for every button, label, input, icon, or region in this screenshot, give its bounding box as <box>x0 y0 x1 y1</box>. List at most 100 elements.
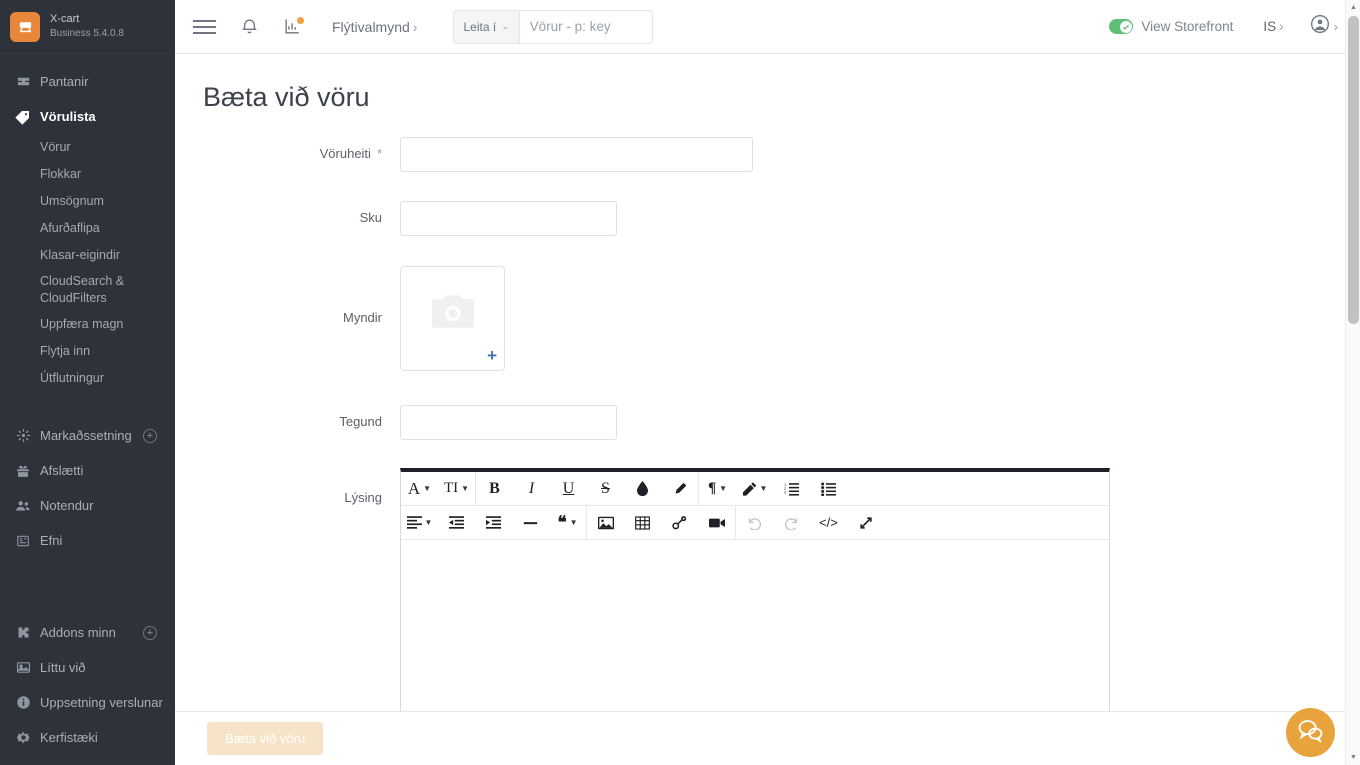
insert-video-icon[interactable] <box>698 506 735 539</box>
sidebar-subitem-afurdaflipa[interactable]: Afurðaflipa <box>0 215 175 242</box>
sidebar-subitem-cloudsearch-cloudfilters[interactable]: CloudSearch & CloudFilters <box>0 269 175 311</box>
product-name-input[interactable] <box>400 137 753 172</box>
top-header: Flýtivalmynd› Leita í⌄ View Storefront I… <box>175 0 1360 54</box>
search-scope-dropdown[interactable]: Leita í ⌄ <box>454 10 520 43</box>
notification-bell-icon[interactable] <box>240 17 259 36</box>
main-content: Bæta við vöru Vöruheiti * Sku Myndir + T… <box>175 54 1345 711</box>
account-menu[interactable]: › <box>1310 14 1338 39</box>
align-icon[interactable]: ▼ <box>401 506 438 539</box>
required-marker: * <box>376 146 382 161</box>
field-label: Tegund <box>175 405 400 429</box>
breadcrumb-quickmenu[interactable]: Flýtivalmynd › <box>332 19 417 35</box>
sidebar-item-label: Líttu við <box>40 660 86 675</box>
underline-glyph: U <box>562 479 575 497</box>
form-footer: Bæta við vöru <box>175 711 1360 765</box>
code-view-icon[interactable]: </> <box>810 506 847 539</box>
camera-icon <box>430 292 476 337</box>
italic-glyph: I <box>528 479 535 497</box>
strikethrough-icon[interactable]: S <box>587 472 624 505</box>
sidebar-item-addons-minn[interactable]: Addons minn + <box>0 615 175 650</box>
sidebar-item-littu-vid[interactable]: Líttu við <box>0 650 175 685</box>
sidebar-item-kerfistaeki[interactable]: Kerfistæki <box>0 720 175 755</box>
bold-icon[interactable]: B <box>476 472 513 505</box>
rich-text-editor: A ▼ TI ▼ B I U S ¶ ▼ ▼ 1 2 3 ▼ ❝ ▼ </> <box>400 468 1110 711</box>
editor-toolbar-row-1: A ▼ TI ▼ B I U S ¶ ▼ ▼ 1 2 3 <box>401 472 1109 506</box>
paragraph-format-icon[interactable]: ¶ ▼ <box>699 472 736 505</box>
sidebar-item-efni[interactable]: Efni <box>0 523 175 558</box>
plus-icon[interactable]: + <box>487 346 497 366</box>
sidebar-item-uppsetning-verslunar[interactable]: Uppsetning verslunar <box>0 685 175 720</box>
sidebar-subitem-utflutningur[interactable]: Útflutningur <box>0 365 175 392</box>
outdent-icon[interactable] <box>438 506 475 539</box>
sidebar-item-label: Vörulista <box>40 109 96 124</box>
fullscreen-icon[interactable] <box>847 506 884 539</box>
image-upload-box[interactable]: + <box>400 266 505 371</box>
chevron-right-icon: › <box>1333 19 1338 34</box>
sidebar-subitem-klasar-eigindir[interactable]: Klasar-eigindir <box>0 242 175 269</box>
search-input[interactable] <box>519 10 653 43</box>
sidebar-subitem-flokkar[interactable]: Flokkar <box>0 161 175 188</box>
sku-input[interactable] <box>400 201 617 236</box>
add-product-submit-button[interactable]: Bæta við vöru <box>207 722 324 755</box>
sidebar-item-label: Kerfistæki <box>40 730 98 745</box>
sidebar: X-cart Business 5.4.0.8 Pantanir Vörulis… <box>0 0 175 765</box>
horizontal-rule-icon[interactable] <box>512 506 549 539</box>
underline-icon[interactable]: U <box>550 472 587 505</box>
brand-header[interactable]: X-cart Business 5.4.0.8 <box>0 0 175 54</box>
quote-icon[interactable]: ❝ ▼ <box>549 506 586 539</box>
sidebar-item-notendur[interactable]: Notendur <box>0 488 175 523</box>
search-box: Leita í ⌄ <box>453 9 654 44</box>
sidebar-item-vorulista[interactable]: Vörulista <box>0 99 175 134</box>
toolbar-group-block: ▼ ❝ ▼ <box>401 506 587 539</box>
unordered-list-icon[interactable] <box>810 472 847 505</box>
tag-icon <box>12 109 34 125</box>
redo-icon[interactable] <box>773 506 810 539</box>
indent-icon[interactable] <box>475 506 512 539</box>
sidebar-subitem-uppfaera-magn[interactable]: Uppfæra magn <box>0 311 175 338</box>
toolbar-group-inline-format: B I U S <box>476 472 699 505</box>
sidebar-subitem-vorur[interactable]: Vörur <box>0 134 175 161</box>
form-row-vorunheiti: Vöruheiti * <box>175 137 1345 172</box>
chat-widget-button[interactable] <box>1286 708 1335 757</box>
brand-version: Business 5.4.0.8 <box>50 28 124 40</box>
language-label: IS <box>1263 19 1277 34</box>
editor-content-area[interactable] <box>401 540 1109 711</box>
scroll-down-arrow[interactable]: ▼ <box>1346 750 1360 765</box>
page-title: Bæta við vöru <box>203 82 370 112</box>
insert-image-icon[interactable] <box>587 506 624 539</box>
insert-table-icon[interactable] <box>624 506 661 539</box>
ordered-list-icon[interactable]: 1 2 3 <box>773 472 810 505</box>
page-scrollbar[interactable]: ▲ ▼ <box>1345 0 1360 765</box>
undo-icon[interactable] <box>736 506 773 539</box>
sidebar-item-markadssetning[interactable]: Markaðssetning + <box>0 418 175 453</box>
sidebar-subitem-flytja-inn[interactable]: Flytja inn <box>0 338 175 365</box>
italic-icon[interactable]: I <box>513 472 550 505</box>
product-type-input[interactable] <box>400 405 617 440</box>
language-selector[interactable]: IS › <box>1263 19 1283 34</box>
scroll-up-arrow[interactable]: ▲ <box>1346 0 1360 15</box>
font-family-icon[interactable]: A ▼ <box>401 472 438 505</box>
gear-icon <box>12 730 34 745</box>
brand-name: X-cart <box>50 13 80 26</box>
sidebar-item-afslaetti[interactable]: Afslætti <box>0 453 175 488</box>
add-icon[interactable]: + <box>143 625 157 640</box>
text-color-icon[interactable] <box>624 472 661 505</box>
field-label-text: Tegund <box>339 414 382 429</box>
sidebar-item-pantanir[interactable]: Pantanir <box>0 64 175 99</box>
paragraph-style-icon[interactable]: ▼ <box>736 472 773 505</box>
statistics-chart-icon[interactable] <box>283 17 304 36</box>
clear-format-icon[interactable] <box>661 472 698 505</box>
scrollbar-thumb[interactable] <box>1348 16 1359 324</box>
sidebar-nav: Pantanir Vörulista Vörur Flokkar Umsögnu… <box>0 54 175 755</box>
toolbar-group-font: A ▼ TI ▼ <box>401 472 476 505</box>
field-label-text: Sku <box>359 210 382 225</box>
sidebar-subitem-umsognum[interactable]: Umsögnum <box>0 188 175 215</box>
hamburger-menu-icon[interactable] <box>193 19 216 34</box>
add-icon[interactable]: + <box>143 428 157 443</box>
look-image-icon <box>12 660 34 675</box>
insert-link-icon[interactable] <box>661 506 698 539</box>
font-size-glyph: TI <box>443 480 459 496</box>
font-size-icon[interactable]: TI ▼ <box>438 472 475 505</box>
view-storefront-toggle[interactable]: View Storefront <box>1109 19 1233 34</box>
